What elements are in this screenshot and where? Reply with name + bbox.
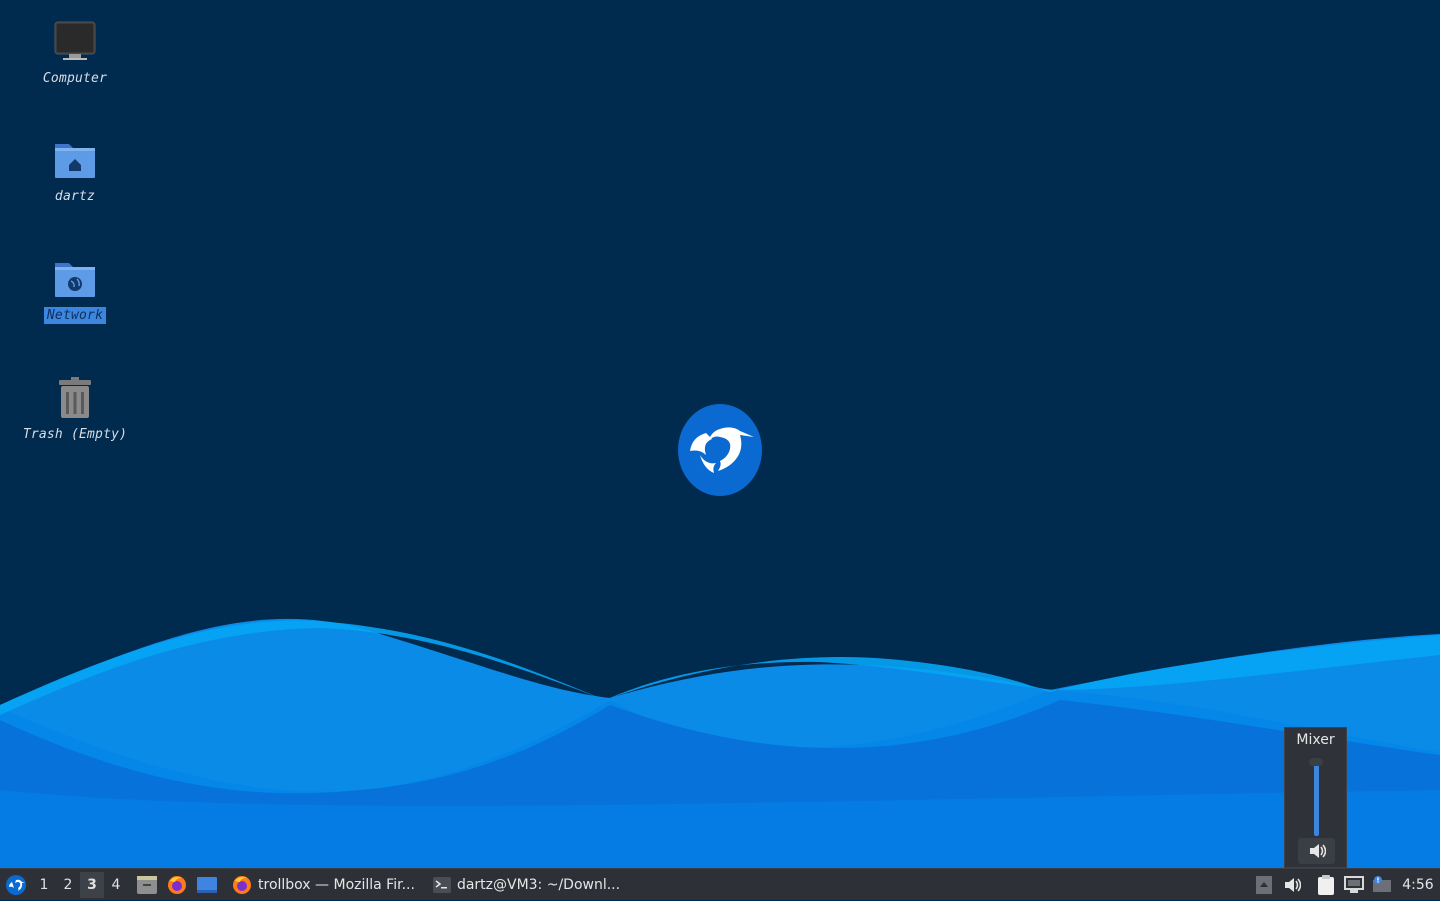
speaker-icon: [1309, 844, 1326, 858]
volume-mixer-popup: Mixer: [1284, 727, 1347, 868]
volume-slider[interactable]: [1314, 758, 1319, 836]
show-desktop-icon: [197, 876, 217, 893]
tray-volume[interactable]: [1278, 870, 1306, 900]
firefox-icon: [233, 875, 251, 894]
desktop-icon-computer[interactable]: Computer: [5, 20, 145, 87]
tray-expand-button[interactable]: [1250, 870, 1278, 900]
taskbar: 1 2 3 4 trollbox — Mozilla Fir... dartz@…: [0, 868, 1440, 900]
lubuntu-menu-icon: [6, 874, 26, 895]
launcher-firefox[interactable]: [162, 870, 192, 900]
mixer-title: Mixer: [1296, 732, 1335, 748]
lubuntu-logo-icon: [678, 404, 762, 496]
network-icon: [1344, 875, 1364, 893]
desktop-icon-label: Computer: [42, 71, 108, 86]
desktop-icon-label: dartz: [54, 189, 96, 204]
workspace-1[interactable]: 1: [32, 872, 56, 898]
task-label: dartz@VM3: ~/Downl...: [456, 876, 621, 893]
launcher-file-manager[interactable]: [132, 870, 162, 900]
network-folder-icon: [55, 263, 95, 297]
launcher-show-desktop[interactable]: [192, 870, 222, 900]
workspace-2[interactable]: 2: [56, 872, 80, 898]
mute-button[interactable]: [1298, 838, 1335, 864]
file-manager-icon: [137, 875, 157, 894]
tray-up-icon: [1256, 875, 1272, 894]
taskbar-window-terminal[interactable]: dartz@VM3: ~/Downl...: [425, 870, 628, 900]
desktop-icon-label: Trash (Empty): [22, 427, 128, 442]
tray-network[interactable]: [1340, 870, 1368, 900]
volume-slider-fill: [1314, 762, 1319, 836]
firefox-icon: [168, 875, 186, 894]
trash-icon: [59, 377, 91, 418]
tray-clipboard[interactable]: [1312, 870, 1340, 900]
notification-icon: [1373, 875, 1391, 892]
workspace-4[interactable]: 4: [104, 872, 128, 898]
desktop-icon-trash[interactable]: Trash (Empty): [5, 376, 145, 443]
clock[interactable]: 4:56: [1396, 877, 1440, 893]
desktop-icon-label: Network: [43, 307, 107, 324]
task-label: trollbox — Mozilla Fir...: [258, 876, 415, 893]
home-folder-icon: [55, 144, 95, 178]
start-menu-button[interactable]: [0, 869, 32, 901]
computer-icon: [54, 21, 96, 60]
volume-slider-handle[interactable]: [1309, 758, 1323, 766]
workspace-3[interactable]: 3: [80, 871, 104, 898]
volume-icon: [1285, 877, 1301, 892]
desktop-icon-network[interactable]: Network: [5, 257, 145, 324]
desktop-icon-home[interactable]: dartz: [5, 138, 145, 205]
tray-notification[interactable]: [1368, 870, 1396, 900]
clipboard-icon: [1318, 874, 1334, 895]
taskbar-window-firefox[interactable]: trollbox — Mozilla Fir...: [224, 870, 423, 900]
terminal-icon: [432, 876, 451, 893]
